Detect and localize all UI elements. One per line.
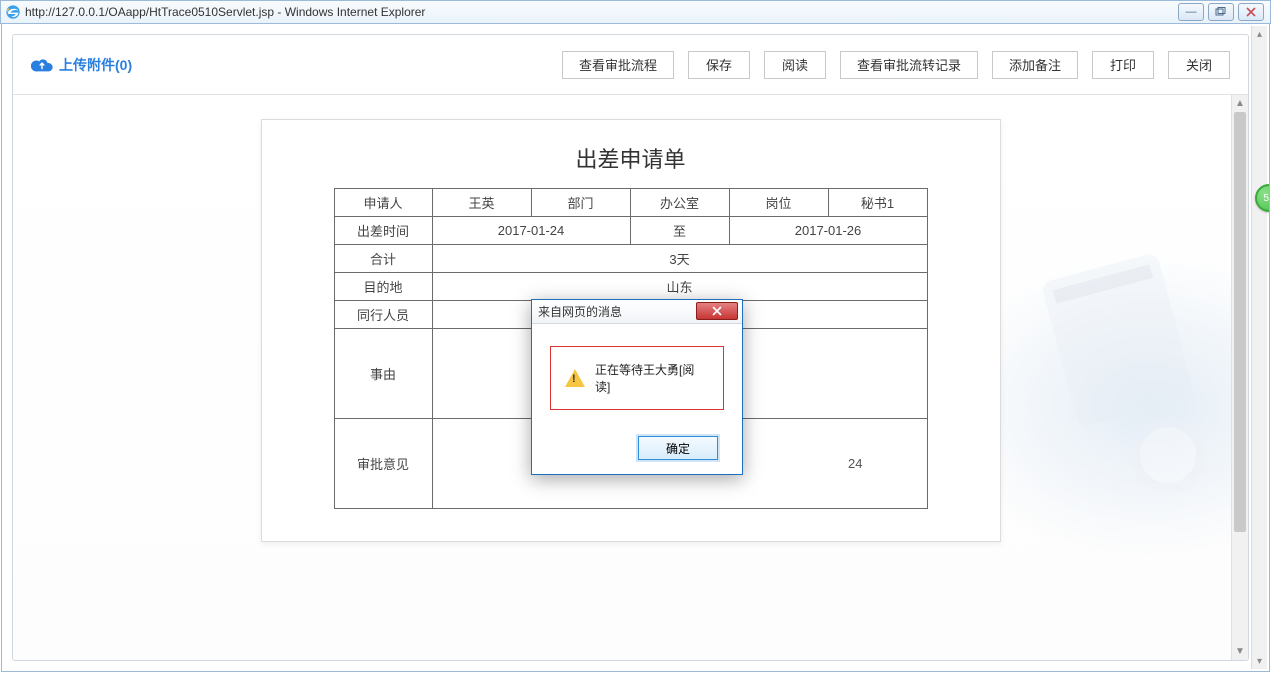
- value-start-date: 2017-01-24: [432, 217, 630, 245]
- background-illustration: [1018, 245, 1218, 505]
- window-close-button[interactable]: [1238, 3, 1264, 21]
- value-total: 3天: [432, 245, 927, 273]
- label-destination: 目的地: [334, 273, 432, 301]
- warning-icon: [565, 369, 585, 387]
- label-applicant: 申请人: [334, 189, 432, 217]
- label-companion: 同行人员: [334, 301, 432, 329]
- view-transfer-record-button[interactable]: 查看审批流转记录: [840, 51, 978, 79]
- alert-dialog: 来自网页的消息 正在等待王大勇[阅读] 确定: [531, 299, 743, 475]
- value-end-date: 2017-01-26: [729, 217, 927, 245]
- alert-message-text: 正在等待王大勇[阅读]: [595, 361, 709, 395]
- window-minimize-button[interactable]: —: [1178, 3, 1204, 21]
- scroll-track[interactable]: [1252, 42, 1267, 653]
- page-scrollbar[interactable]: ▲ ▼: [1231, 95, 1248, 660]
- label-total: 合计: [334, 245, 432, 273]
- form-title: 出差申请单: [292, 142, 970, 174]
- scroll-down-arrow-icon[interactable]: ▾: [1252, 653, 1267, 669]
- close-icon: [710, 306, 724, 316]
- alert-message-box: 正在等待王大勇[阅读]: [550, 346, 724, 410]
- alert-ok-button[interactable]: 确定: [638, 436, 718, 460]
- label-trip-time: 出差时间: [334, 217, 432, 245]
- ie-icon: [5, 4, 21, 20]
- upload-attachment-link[interactable]: 上传附件(0): [31, 55, 132, 75]
- value-destination: 山东: [432, 273, 927, 301]
- value-post: 秘书1: [828, 189, 927, 217]
- cloud-upload-icon: [31, 57, 53, 73]
- browser-viewport: 上传附件(0) 查看审批流程 保存 阅读 查看审批流转记录 添加备注 打印 关闭…: [1, 24, 1270, 672]
- upload-attachment-label: 上传附件(0): [59, 55, 132, 75]
- table-row: 出差时间 2017-01-24 至 2017-01-26: [334, 217, 927, 245]
- scroll-thumb[interactable]: [1234, 112, 1246, 532]
- page-toolbar: 上传附件(0) 查看审批流程 保存 阅读 查看审批流转记录 添加备注 打印 关闭: [13, 35, 1248, 95]
- value-applicant: 王英: [432, 189, 531, 217]
- alert-dialog-close-button[interactable]: [696, 302, 738, 320]
- alert-dialog-body: 正在等待王大勇[阅读] 确定: [532, 324, 742, 474]
- scroll-up-arrow-icon[interactable]: ▲: [1232, 95, 1248, 112]
- scroll-down-arrow-icon[interactable]: ▼: [1232, 643, 1248, 660]
- print-button[interactable]: 打印: [1092, 51, 1154, 79]
- scroll-up-arrow-icon[interactable]: ▴: [1252, 26, 1267, 42]
- table-row: 申请人 王英 部门 办公室 岗位 秘书1: [334, 189, 927, 217]
- label-post: 岗位: [729, 189, 828, 217]
- browser-scrollbar[interactable]: ▴ ▾: [1251, 26, 1267, 669]
- save-button[interactable]: 保存: [688, 51, 750, 79]
- read-button[interactable]: 阅读: [764, 51, 826, 79]
- label-reason: 事由: [334, 329, 432, 419]
- alert-dialog-titlebar: 来自网页的消息: [532, 300, 742, 324]
- view-approval-flow-button[interactable]: 查看审批流程: [562, 51, 674, 79]
- label-to: 至: [630, 217, 729, 245]
- alert-dialog-title: 来自网页的消息: [538, 303, 622, 320]
- add-note-button[interactable]: 添加备注: [992, 51, 1078, 79]
- browser-titlebar: http://127.0.0.1/OAapp/HtTrace0510Servle…: [0, 0, 1271, 24]
- label-dept: 部门: [531, 189, 630, 217]
- table-row: 合计 3天: [334, 245, 927, 273]
- window-restore-button[interactable]: [1208, 3, 1234, 21]
- label-opinion: 审批意见: [334, 419, 432, 509]
- browser-title: http://127.0.0.1/OAapp/HtTrace0510Servle…: [25, 5, 425, 19]
- close-button[interactable]: 关闭: [1168, 51, 1230, 79]
- value-dept: 办公室: [630, 189, 729, 217]
- table-row: 目的地 山东: [334, 273, 927, 301]
